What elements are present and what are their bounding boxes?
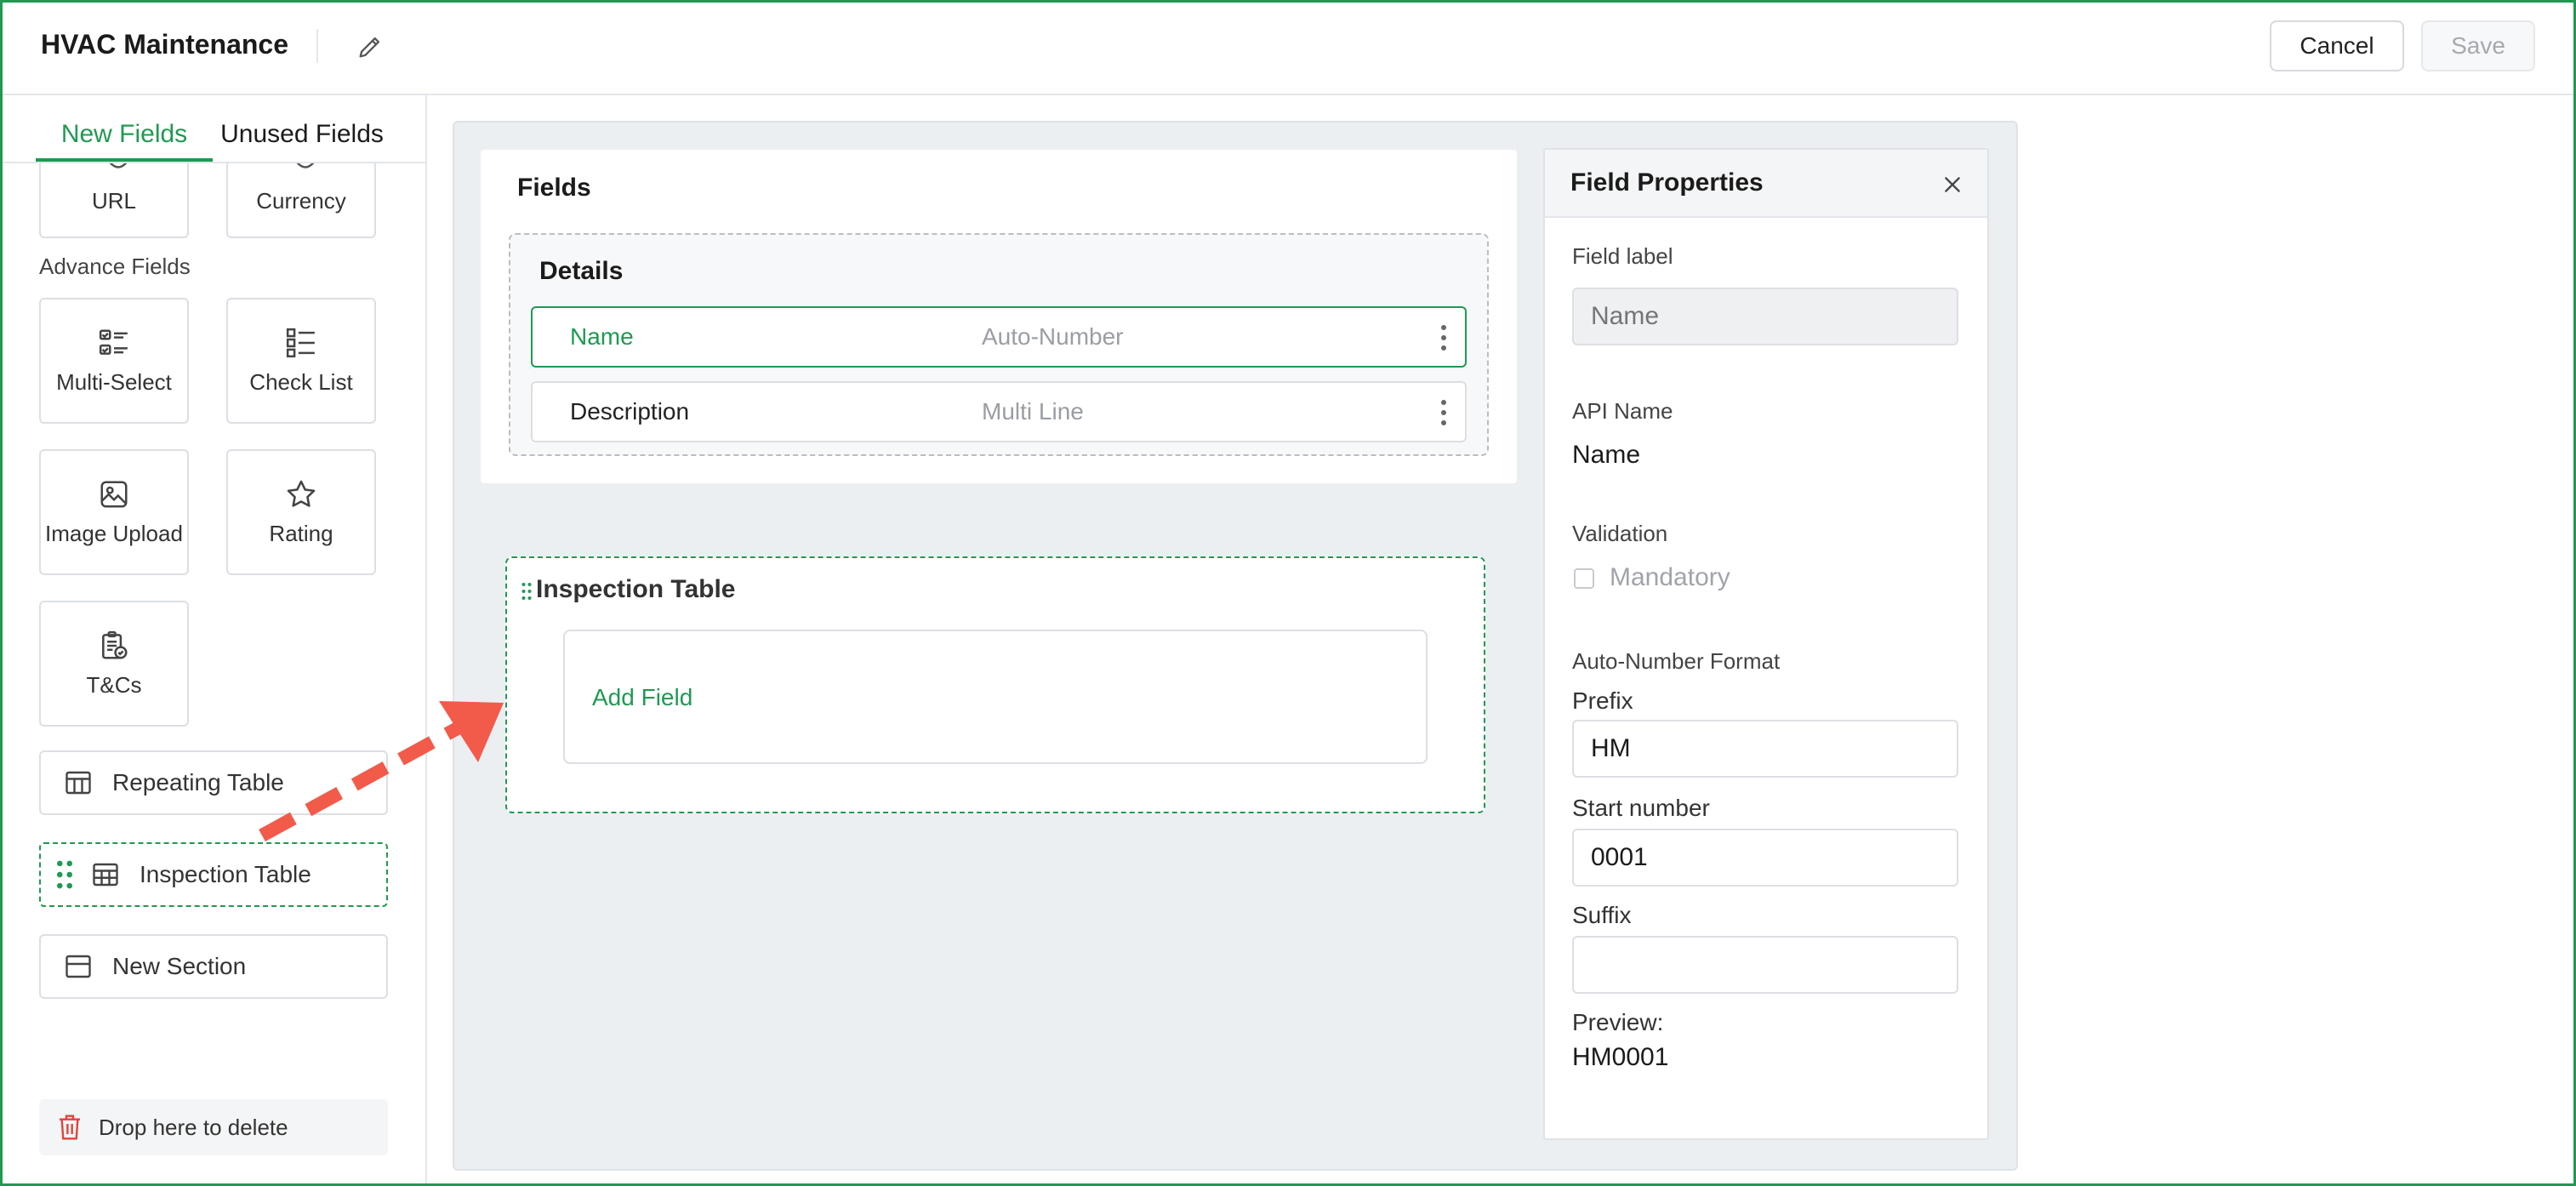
suffix-heading: Suffix — [1572, 902, 1632, 928]
properties-title: Field Properties — [1570, 168, 1764, 197]
tile-label: Check List — [249, 368, 353, 395]
validation-heading: Validation — [1572, 521, 1668, 546]
add-field-link[interactable]: Add Field — [592, 684, 692, 711]
palette-scroll-area[interactable]: URL Currency Advance Fields Multi-Select… — [0, 163, 425, 1186]
field-name: Description — [570, 398, 690, 425]
field-row-name[interactable]: Name Auto-Number — [531, 306, 1467, 368]
palette-tile-rating[interactable]: Rating — [226, 449, 376, 575]
start-number-input[interactable] — [1572, 829, 1958, 887]
tile-label: Multi-Select — [56, 368, 172, 395]
mandatory-label: Mandatory — [1610, 563, 1730, 591]
palette-tile-multi-select[interactable]: Multi-Select — [39, 298, 189, 424]
tab-new-fields[interactable]: New Fields — [36, 111, 213, 158]
image-icon — [100, 480, 128, 508]
palette-tile-check-list[interactable]: Check List — [226, 298, 376, 424]
field-type: Auto-Number — [982, 323, 1124, 350]
drag-handle-icon[interactable] — [49, 859, 80, 890]
field-type: Multi Line — [982, 398, 1084, 425]
grid-table-icon — [93, 863, 118, 887]
preview-value: HM0001 — [1572, 1043, 1669, 1071]
header-bar: HVAC Maintenance Cancel Save — [0, 0, 2576, 95]
link-icon — [109, 163, 128, 168]
palette-tile-url[interactable]: URL — [39, 163, 189, 238]
save-button[interactable]: Save — [2421, 20, 2535, 71]
field-name: Name — [570, 323, 634, 350]
close-icon[interactable] — [1941, 174, 1963, 196]
terms-icon — [102, 630, 128, 659]
palette-item-inspection-table[interactable]: Inspection Table — [39, 842, 388, 907]
pencil-icon[interactable] — [356, 32, 385, 61]
tile-label: Image Upload — [45, 520, 183, 546]
details-heading: Details — [539, 257, 624, 285]
field-palette: New Fields Unused Fields URL Currency Ad… — [0, 95, 427, 1186]
start-number-heading: Start number — [1572, 795, 1710, 821]
tile-label: URL — [91, 188, 136, 214]
delete-zone-label: Drop here to delete — [99, 1114, 288, 1140]
more-options-icon[interactable] — [1439, 323, 1448, 352]
multi-select-icon — [99, 328, 128, 355]
header-divider — [316, 29, 318, 63]
item-label: Inspection Table — [140, 861, 311, 887]
check-list-icon — [286, 328, 315, 357]
palette-tile-terms[interactable]: T&Cs — [39, 601, 189, 727]
palette-item-new-section[interactable]: New Section — [39, 934, 388, 999]
currency-icon — [296, 163, 315, 168]
field-row-description[interactable]: Description Multi Line — [531, 381, 1467, 442]
inspection-table-heading: Inspection Table — [536, 575, 736, 603]
tile-label: Rating — [269, 520, 333, 546]
section-icon — [66, 955, 91, 978]
item-label: New Section — [112, 953, 247, 979]
prefix-input[interactable] — [1572, 720, 1958, 778]
drag-handle-icon[interactable] — [521, 582, 533, 601]
api-name-heading: API Name — [1572, 398, 1673, 424]
trash-icon — [60, 1115, 80, 1140]
preview-heading: Preview: — [1572, 1009, 1664, 1035]
field-label-heading: Field label — [1572, 243, 1673, 269]
cancel-button[interactable]: Cancel — [2270, 20, 2404, 71]
palette-tile-currency[interactable]: Currency — [226, 163, 376, 238]
advance-fields-heading: Advance Fields — [39, 254, 191, 279]
page-title: HVAC Maintenance — [41, 29, 289, 60]
more-options-icon[interactable] — [1439, 398, 1448, 427]
auto-number-format-heading: Auto-Number Format — [1572, 648, 1781, 674]
palette-tile-image-upload[interactable]: Image Upload — [39, 449, 189, 575]
add-field-drop-zone[interactable] — [563, 630, 1428, 764]
mandatory-checkbox[interactable] — [1574, 568, 1594, 589]
star-icon — [287, 480, 316, 507]
tab-unused-fields[interactable]: Unused Fields — [213, 111, 391, 158]
drag-arrow-annotation — [259, 701, 504, 842]
tile-label: Currency — [256, 188, 346, 214]
api-name-value: Name — [1572, 441, 1641, 469]
table-icon — [66, 771, 91, 795]
field-label-input[interactable] — [1572, 288, 1958, 345]
prefix-heading: Prefix — [1572, 687, 1633, 714]
tile-label: T&Cs — [86, 671, 142, 698]
delete-drop-zone[interactable]: Drop here to delete — [39, 1099, 388, 1155]
fields-heading: Fields — [517, 174, 591, 202]
suffix-input[interactable] — [1572, 936, 1958, 994]
